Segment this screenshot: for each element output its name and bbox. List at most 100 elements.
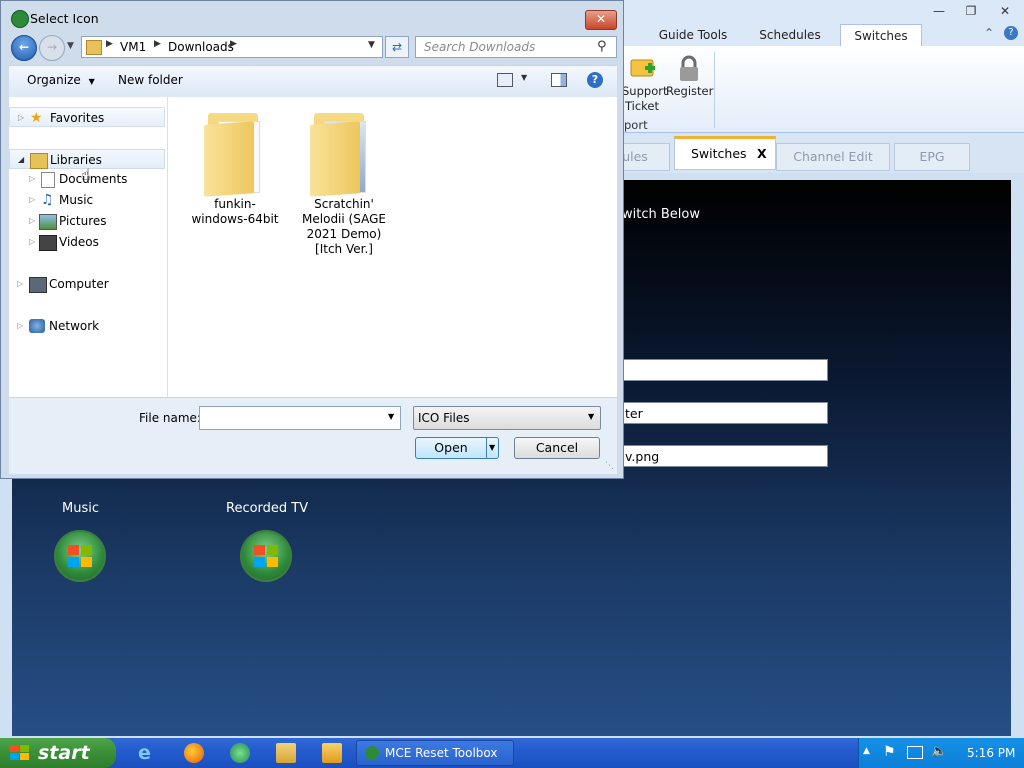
taskbar-item-mce-reset-toolbox[interactable]: MCE Reset Toolbox <box>356 740 514 766</box>
navigation-pane: ▷ ★ Favorites ◢ Libraries ▷ Documents ▷ … <box>9 97 168 397</box>
file-type-value: ICO Files <box>418 411 470 425</box>
file-name-input[interactable]: ▼ <box>199 406 401 430</box>
breadcrumb-downloads[interactable]: Downloads <box>168 40 234 54</box>
action-center-flag-icon[interactable]: ⚑ <box>883 744 896 760</box>
network-status-icon[interactable] <box>907 746 923 759</box>
open-options-chevron-icon[interactable]: ▼ <box>489 438 495 458</box>
dialog-toolbar <box>9 65 617 99</box>
nav-computer[interactable]: ▷ Computer <box>9 274 165 294</box>
minimize-button[interactable]: — <box>926 2 952 20</box>
switch-field-1[interactable] <box>620 359 828 381</box>
support-ticket-button[interactable]: Support Ticket <box>622 54 668 114</box>
tile-recorded-tv-label: Recorded TV <box>226 501 309 516</box>
tab-switches-label: Switches <box>691 146 747 161</box>
nav-favorites-label: Favorites <box>50 111 105 125</box>
view-options-chevron-icon[interactable]: ▼ <box>521 73 527 82</box>
windows-logo-icon <box>10 745 29 760</box>
nav-videos-label: Videos <box>59 235 99 249</box>
switch-field-3[interactable]: v.png <box>620 445 828 467</box>
nav-favorites[interactable]: ▷ ★ Favorites <box>9 107 165 127</box>
register-button[interactable]: Register <box>666 54 714 99</box>
dialog-app-icon <box>11 10 29 28</box>
breadcrumb-vm1[interactable]: VM1 <box>120 40 146 54</box>
new-folder-button[interactable]: New folder <box>118 73 183 87</box>
back-arrow-icon[interactable]: ← <box>11 35 37 61</box>
volume-muted-icon[interactable]: 🔈 <box>931 744 947 759</box>
maximize-button[interactable]: ❐ <box>958 2 984 20</box>
file-explorer-icon[interactable] <box>276 743 296 763</box>
expand-arrow-icon: ▷ <box>29 195 36 204</box>
nav-music-label: Music <box>59 193 94 207</box>
collapse-arrow-icon: ◢ <box>18 155 25 164</box>
taskbar-item-label: MCE Reset Toolbox <box>385 746 498 760</box>
nav-videos[interactable]: ▷ Videos <box>9 232 165 252</box>
file-type-select[interactable]: ICO Files ▼ <box>413 406 601 430</box>
lock-icon <box>674 54 704 84</box>
forward-arrow-icon[interactable]: → <box>39 35 65 61</box>
select-icon-dialog: Select Icon ✕ ← → ▼ ▶ VM1 ▶ Downloads ▶ … <box>0 0 624 479</box>
cancel-button[interactable]: Cancel <box>514 437 600 459</box>
firefox-icon[interactable] <box>184 743 204 763</box>
address-dropdown-chevron-icon[interactable]: ▼ <box>368 40 375 50</box>
open-button-label: Open <box>434 440 468 455</box>
collapse-ribbon-icon[interactable]: ⌃ <box>984 26 994 40</box>
tab-switches[interactable]: Switches X <box>674 136 776 170</box>
support-ticket-label-2: Ticket <box>624 99 660 113</box>
address-bar[interactable]: ▶ VM1 ▶ Downloads ▶ ▼ <box>81 36 383 58</box>
resize-grip-icon[interactable]: ⋱ <box>605 461 614 471</box>
content-heading: witch Below <box>622 207 700 222</box>
support-ticket-label-1: Support <box>622 84 668 98</box>
tab-channel-edit[interactable]: Channel Edit <box>776 143 890 171</box>
dialog-title: Select Icon <box>30 11 99 26</box>
recorded-tv-tile-orb[interactable] <box>240 530 292 582</box>
expand-arrow-icon: ▷ <box>29 216 36 225</box>
search-input[interactable]: Search Downloads <box>415 36 617 58</box>
ribbon-tab-switches[interactable]: Switches <box>840 24 922 47</box>
messenger-icon[interactable] <box>230 743 250 763</box>
network-icon <box>29 319 45 333</box>
folder-icon <box>306 105 376 197</box>
register-label: Register <box>666 84 714 98</box>
internet-explorer-icon[interactable]: e <box>138 743 158 763</box>
help-icon[interactable]: ? <box>1004 26 1018 40</box>
media-player-icon[interactable] <box>322 743 342 763</box>
ribbon-tab-guide-tools[interactable]: Guide Tools <box>650 24 736 46</box>
file-type-chevron-icon: ▼ <box>588 412 595 421</box>
ribbon-tab-schedules[interactable]: Schedules <box>748 24 832 46</box>
film-strip-icon <box>39 235 57 251</box>
breadcrumb-separator-icon: ▶ <box>230 39 237 49</box>
open-button[interactable]: Open ▼ <box>415 437 499 459</box>
file-name-label: Scratchin' Melodii (SAGE 2021 Demo) [Itc… <box>302 197 386 256</box>
star-icon: ★ <box>30 110 43 126</box>
file-name-label: File name: <box>139 411 201 425</box>
close-tab-icon[interactable]: X <box>757 139 767 169</box>
help-icon[interactable]: ? <box>587 72 603 88</box>
tab-epg[interactable]: EPG <box>894 143 970 171</box>
expand-arrow-icon: ▷ <box>29 174 36 183</box>
expand-arrow-icon: ▷ <box>18 113 25 122</box>
file-name-chevron-icon[interactable]: ▼ <box>388 412 394 421</box>
nav-pictures[interactable]: ▷ Pictures <box>9 211 165 231</box>
music-tile-orb[interactable] <box>54 530 106 582</box>
file-item[interactable]: funkin-windows-64bit <box>190 105 280 227</box>
dialog-close-button[interactable]: ✕ <box>585 10 617 30</box>
preview-pane-icon[interactable] <box>551 73 567 87</box>
nav-network[interactable]: ▷ Network <box>9 316 165 336</box>
show-hidden-icons-chevron-icon[interactable]: ▲ <box>863 746 870 756</box>
clock[interactable]: 5:16 PM <box>967 746 1015 760</box>
recent-locations-chevron-icon[interactable]: ▼ <box>67 41 74 51</box>
split-divider <box>486 438 487 458</box>
breadcrumb-separator-icon: ▶ <box>154 39 161 49</box>
music-note-icon: ♫ <box>41 192 54 208</box>
change-view-icon[interactable] <box>497 73 513 87</box>
hand-cursor-icon: ☝ <box>81 165 91 184</box>
close-app-button[interactable]: ✕ <box>992 2 1018 20</box>
start-button[interactable]: start <box>0 738 116 768</box>
computer-icon <box>29 277 47 293</box>
search-icon[interactable]: ⚲ <box>597 39 607 54</box>
switch-field-2[interactable]: ter <box>620 402 828 424</box>
refresh-icon[interactable]: ⇄ <box>385 36 409 58</box>
organize-button[interactable]: Organize ▼ <box>27 73 95 87</box>
file-item[interactable]: Scratchin' Melodii (SAGE 2021 Demo) [Itc… <box>296 105 390 257</box>
nav-music[interactable]: ▷ ♫ Music <box>9 190 165 210</box>
